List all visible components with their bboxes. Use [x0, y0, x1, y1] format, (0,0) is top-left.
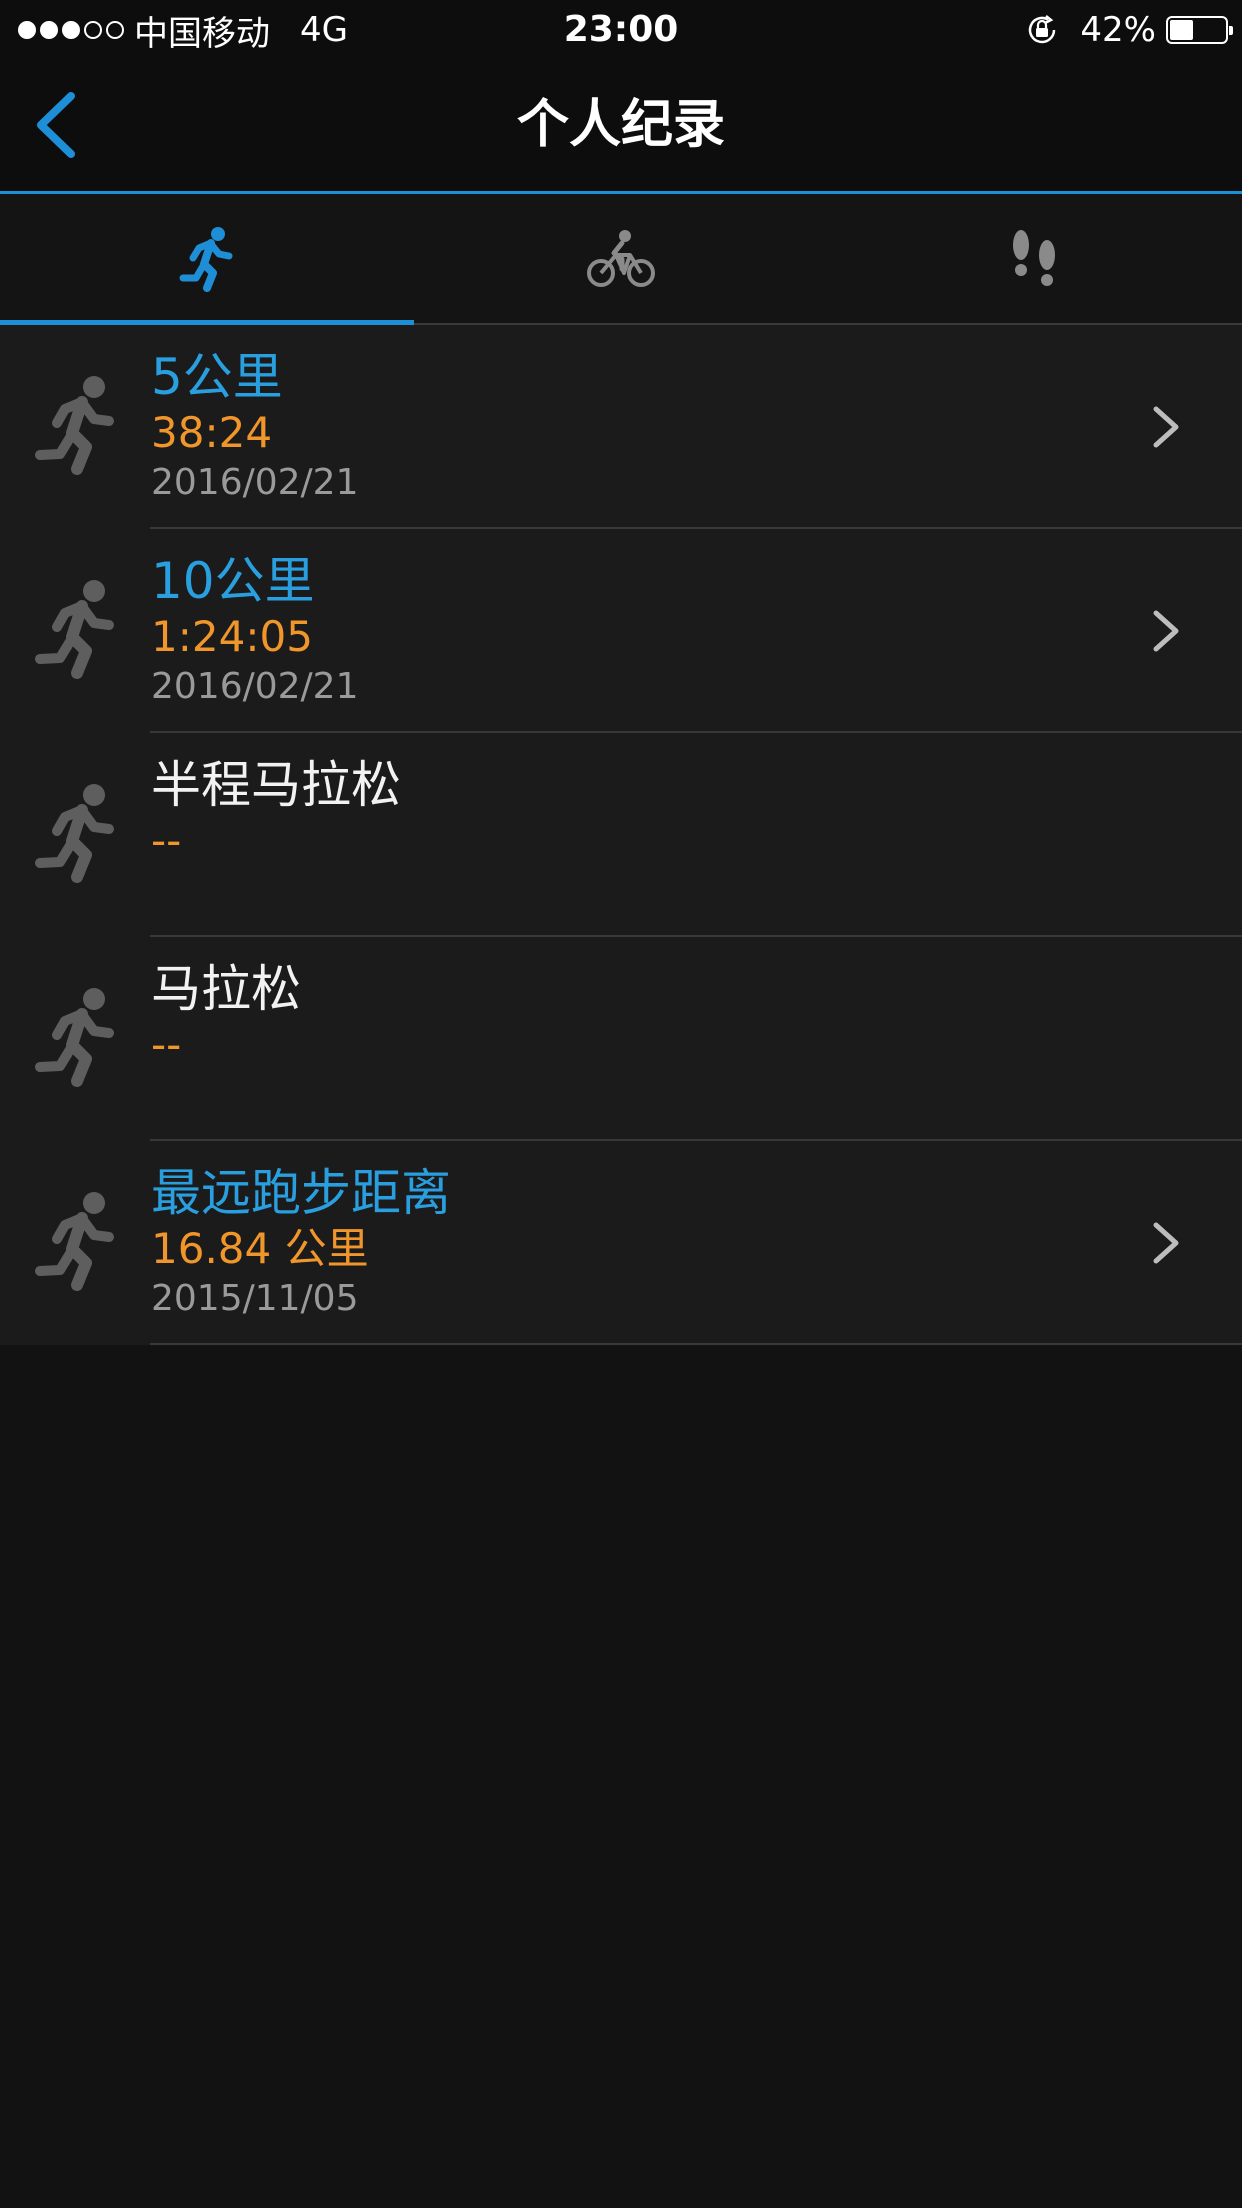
running-icon: [35, 580, 114, 679]
tab-steps[interactable]: [828, 194, 1242, 323]
battery-percent: 42%: [1080, 10, 1156, 50]
tab-cycling[interactable]: [414, 194, 828, 323]
record-text: 最远跑步距离 16.84 公里 2015/11/05: [151, 1163, 451, 1323]
running-icon: [35, 988, 114, 1087]
battery-level-fill: [1170, 20, 1193, 40]
tab-running[interactable]: [0, 194, 414, 325]
chevron-right-icon: [1153, 610, 1179, 652]
running-icon: [179, 226, 233, 292]
records-list: 5公里 38:24 2016/02/21 10公里 1:24:05 2016/02/…: [0, 325, 1242, 1345]
record-text: 5公里 38:24 2016/02/21: [151, 347, 359, 507]
record-date: 2016/02/21: [151, 462, 359, 503]
record-title: 5公里: [151, 348, 283, 406]
status-right: 42%: [1024, 8, 1233, 52]
status-bar: 中国移动 4G 23:00 42%: [0, 0, 1242, 60]
record-row[interactable]: 最远跑步距离 16.84 公里 2015/11/05: [0, 1141, 1242, 1345]
record-date: 2015/11/05: [151, 1278, 359, 1319]
record-title: 最远跑步距离: [151, 1164, 451, 1222]
running-icon: [35, 1192, 114, 1291]
record-row[interactable]: 5公里 38:24 2016/02/21: [0, 325, 1242, 529]
record-row[interactable]: 半程马拉松 --: [0, 733, 1242, 937]
battery-icon: [1166, 16, 1233, 44]
footprints-icon: [1013, 229, 1055, 286]
record-value: --: [151, 816, 182, 865]
record-title: 10公里: [151, 552, 315, 610]
record-row[interactable]: 10公里 1:24:05 2016/02/21: [0, 529, 1242, 733]
chevron-right-icon: [1153, 1222, 1179, 1264]
chevron-right-icon: [1153, 406, 1179, 448]
screen: 中国移动 4G 23:00 42% 个人纪录 5公里 38:24 2016/02…: [0, 0, 1242, 2208]
record-text: 马拉松 --: [151, 959, 301, 1071]
cycling-icon: [587, 229, 655, 287]
record-text: 10公里 1:24:05 2016/02/21: [151, 551, 359, 711]
record-value: 1:24:05: [151, 612, 313, 661]
activity-tab-bar: [0, 194, 1242, 325]
record-title: 半程马拉松: [151, 756, 401, 814]
record-row[interactable]: 马拉松 --: [0, 937, 1242, 1141]
record-date: 2016/02/21: [151, 666, 359, 707]
running-icon: [35, 376, 114, 475]
record-title: 马拉松: [151, 960, 301, 1018]
record-value: 38:24: [151, 408, 273, 457]
record-value: --: [151, 1020, 182, 1069]
row-divider: [150, 1343, 1242, 1345]
running-icon: [35, 784, 114, 883]
record-value: 16.84 公里: [151, 1224, 369, 1273]
record-text: 半程马拉松 --: [151, 755, 401, 867]
navigation-bar: 个人纪录: [0, 60, 1242, 194]
rotation-lock-icon: [1029, 15, 1056, 44]
page-title: 个人纪录: [516, 95, 725, 155]
